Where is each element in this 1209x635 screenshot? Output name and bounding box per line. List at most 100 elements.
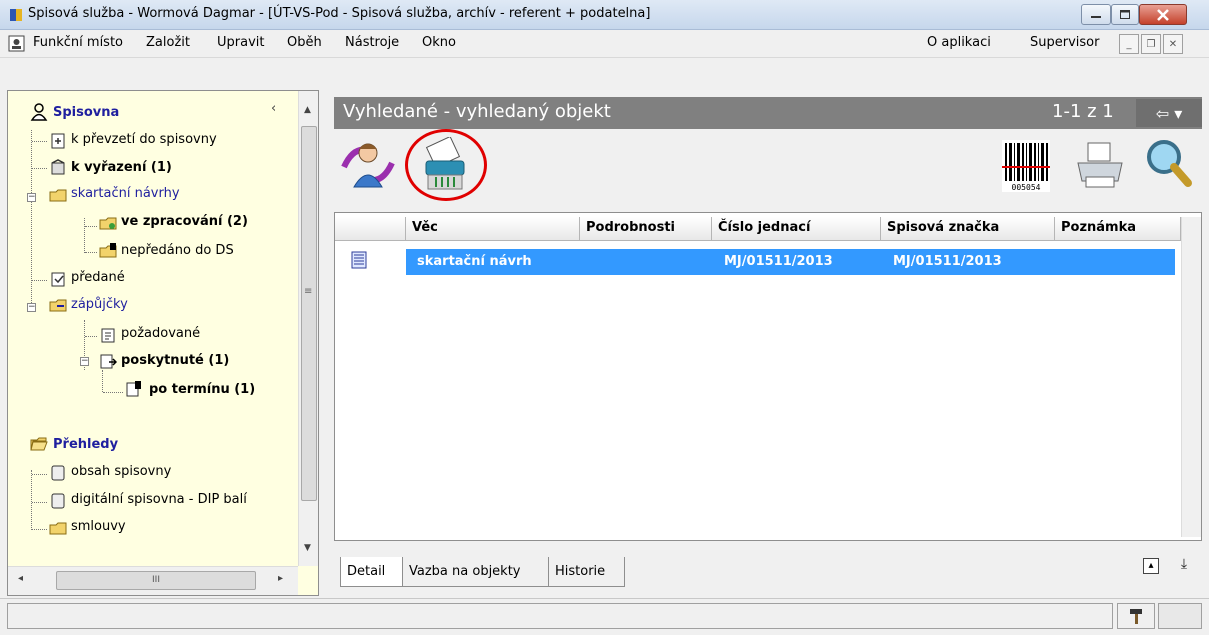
mdi-restore-button[interactable]: ❐ bbox=[1141, 34, 1161, 54]
hammer-icon bbox=[1130, 609, 1142, 624]
scroll-up-icon[interactable]: ▲ bbox=[304, 105, 311, 115]
scroll-grip-icon: ≡ bbox=[304, 286, 313, 297]
tree-item-predane[interactable]: předané bbox=[71, 270, 125, 285]
tree-line bbox=[85, 336, 97, 337]
minimize-button[interactable] bbox=[1081, 4, 1111, 25]
tree-item-k-prevzeti[interactable]: k převzetí do spisovny bbox=[71, 132, 217, 147]
mdi-child-icon[interactable] bbox=[8, 35, 25, 52]
requested-icon bbox=[101, 328, 115, 343]
column-header-poznamka[interactable]: Poznámka bbox=[1055, 217, 1181, 241]
scroll-down-icon[interactable]: ▼ bbox=[304, 543, 311, 553]
mdi-minimize-button[interactable]: _ bbox=[1119, 34, 1139, 54]
menu-obeh[interactable]: Oběh bbox=[287, 35, 322, 50]
digital-archive-icon bbox=[51, 493, 65, 509]
tree-header-spisovna[interactable]: Spisovna bbox=[53, 105, 119, 120]
column-header-spisova-znacka[interactable]: Spisová značka bbox=[881, 217, 1055, 241]
tab-historie[interactable]: Historie bbox=[549, 557, 625, 587]
tree-line bbox=[32, 502, 47, 503]
tree-item-k-vyrazeni[interactable]: k vyřazení (1) bbox=[71, 160, 172, 175]
tree-expander-zapujcky[interactable]: − bbox=[27, 303, 36, 312]
menu-funkcni-misto[interactable]: Funkční místo bbox=[33, 35, 123, 50]
tree-scroll-thumb[interactable] bbox=[301, 126, 317, 501]
highlight-annotation-circle bbox=[405, 129, 487, 201]
printer-icon[interactable] bbox=[1072, 137, 1128, 193]
tree-hscroll-thumb[interactable]: III bbox=[56, 571, 256, 590]
table-vertical-scrollbar[interactable] bbox=[1181, 217, 1201, 537]
tree-item-skartacni-navrhy[interactable]: skartační návrhy bbox=[71, 186, 180, 201]
tree-horizontal-scrollbar[interactable]: ◂ III ▸ bbox=[8, 566, 298, 595]
tree-line bbox=[32, 280, 47, 281]
barcode-number: 005054 bbox=[1012, 183, 1041, 192]
tree-line bbox=[32, 141, 47, 142]
tree-item-pozadovane[interactable]: požadované bbox=[121, 326, 200, 341]
tree-item-po-terminu[interactable]: po termínu (1) bbox=[149, 382, 255, 397]
tree-line bbox=[85, 226, 97, 227]
tree-line bbox=[31, 130, 32, 305]
scroll-right-icon[interactable]: ▸ bbox=[278, 573, 283, 584]
app-book-icon bbox=[10, 9, 22, 21]
restore-icon: ❐ bbox=[1146, 38, 1156, 50]
tree-item-nepredano[interactable]: nepředáno do DS bbox=[121, 243, 234, 258]
expand-up-icon[interactable]: ▴ bbox=[1143, 558, 1159, 574]
column-header-icon[interactable] bbox=[335, 217, 406, 241]
menu-o-aplikaci[interactable]: O aplikaci bbox=[927, 35, 991, 50]
tree-item-ve-zpracovani[interactable]: ve zpracování (2) bbox=[121, 214, 248, 229]
processing-folder-icon bbox=[99, 217, 117, 230]
document-icon bbox=[351, 251, 367, 269]
user-transfer-icon[interactable] bbox=[340, 137, 396, 193]
minimize-icon: _ bbox=[1126, 38, 1132, 50]
cell-cislo-jednaci: MJ/01511/2013 bbox=[724, 254, 833, 269]
not-delivered-folder-icon bbox=[99, 243, 117, 258]
tree-item-smlouvy[interactable]: smlouvy bbox=[71, 519, 126, 534]
menu-zalozit[interactable]: Založit bbox=[146, 35, 190, 50]
tab-detail[interactable]: Detail bbox=[340, 557, 403, 587]
column-header-vec[interactable]: Věc bbox=[406, 217, 580, 241]
scroll-left-icon[interactable]: ◂ bbox=[18, 573, 23, 584]
menu-upravit[interactable]: Upravit bbox=[217, 35, 264, 50]
navigation-menu-button[interactable]: ⇦ ▾ bbox=[1136, 99, 1202, 127]
mdi-close-button[interactable]: ✕ bbox=[1163, 34, 1183, 54]
search-magnifier-icon[interactable] bbox=[1140, 135, 1196, 191]
status-tools-box[interactable] bbox=[1117, 603, 1155, 629]
close-button[interactable] bbox=[1139, 4, 1187, 25]
close-icon: ✕ bbox=[1168, 38, 1178, 50]
tree-header-prehledy[interactable]: Přehledy bbox=[53, 437, 118, 452]
status-panel bbox=[1158, 603, 1202, 629]
cell-spisova-znacka: MJ/01511/2013 bbox=[893, 254, 1002, 269]
tree-line bbox=[32, 168, 47, 169]
tree-line bbox=[32, 474, 47, 475]
tree-item-zapujcky[interactable]: zápůjčky bbox=[71, 297, 128, 312]
proposal-folder-icon bbox=[49, 189, 67, 202]
tree-expander-skartacni-navrhy[interactable]: − bbox=[27, 193, 36, 202]
record-counter: 1-1 z 1 bbox=[1052, 101, 1114, 122]
handed-over-icon bbox=[51, 272, 65, 287]
panel-title: Vyhledané - vyhledaný objekt bbox=[343, 101, 611, 122]
tree-line bbox=[31, 470, 32, 530]
tree-item-poskytnute[interactable]: poskytnuté (1) bbox=[121, 353, 229, 368]
archive-box-icon bbox=[51, 465, 65, 481]
provided-icon bbox=[100, 354, 117, 369]
tree-vertical-scrollbar[interactable]: ▲ ≡ ▼ bbox=[298, 91, 318, 566]
tree-expander-poskytnute[interactable]: − bbox=[80, 357, 89, 366]
maximize-button[interactable] bbox=[1111, 4, 1139, 25]
menu-supervisor[interactable]: Supervisor bbox=[1030, 35, 1099, 50]
loans-icon bbox=[49, 299, 67, 312]
download-icon[interactable]: ⤓ bbox=[1175, 556, 1193, 574]
tree-line bbox=[103, 392, 123, 393]
status-message-field bbox=[7, 603, 1113, 629]
tree-line bbox=[84, 218, 85, 253]
column-header-cislo-jednaci[interactable]: Číslo jednací bbox=[712, 217, 881, 241]
tree-item-obsah-spisovny[interactable]: obsah spisovny bbox=[71, 464, 171, 479]
tree-item-digitalni-spisovna[interactable]: digitální spisovna - DIP balí bbox=[71, 492, 247, 507]
column-header-podrobnosti[interactable]: Podrobnosti bbox=[580, 217, 712, 241]
maximize-icon bbox=[1120, 10, 1130, 19]
menu-nastroje[interactable]: Nástroje bbox=[345, 35, 399, 50]
menu-okno[interactable]: Okno bbox=[422, 35, 456, 50]
collapse-panel-button[interactable]: ‹ bbox=[271, 101, 289, 119]
tree-line bbox=[85, 252, 97, 253]
file-transfer-icon bbox=[51, 133, 65, 149]
tab-vazba-na-objekty[interactable]: Vazba na objekty bbox=[403, 557, 549, 587]
open-folder-icon bbox=[30, 437, 48, 451]
minimize-icon bbox=[1091, 15, 1101, 18]
barcode-icon[interactable]: 005054 bbox=[1002, 140, 1050, 192]
